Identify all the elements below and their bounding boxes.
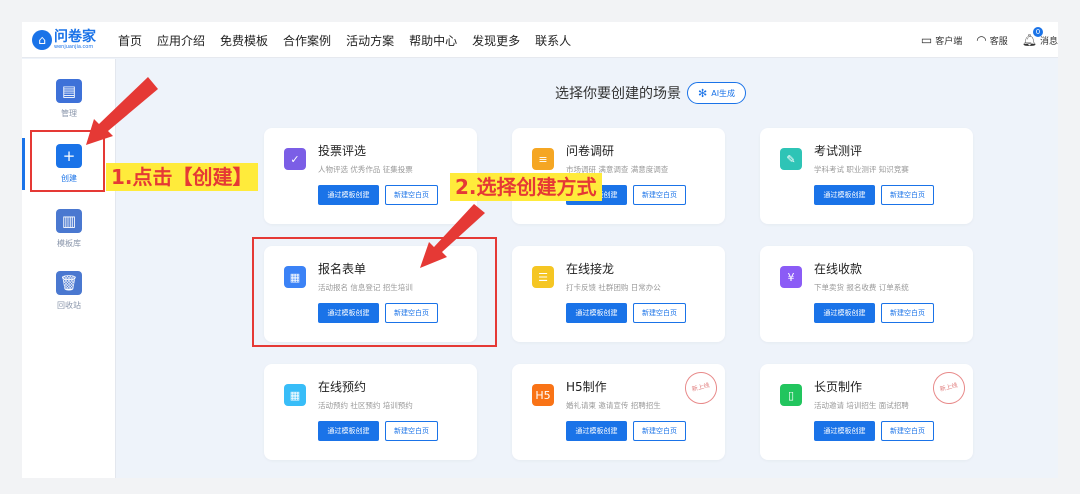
step1-callout: 1.点击【创建】	[106, 163, 258, 191]
step2-callout: 2.选择创建方式	[450, 173, 602, 201]
arrow-to-create	[86, 77, 158, 145]
arrow-to-signup	[420, 204, 485, 268]
annotation-arrows	[86, 77, 485, 268]
